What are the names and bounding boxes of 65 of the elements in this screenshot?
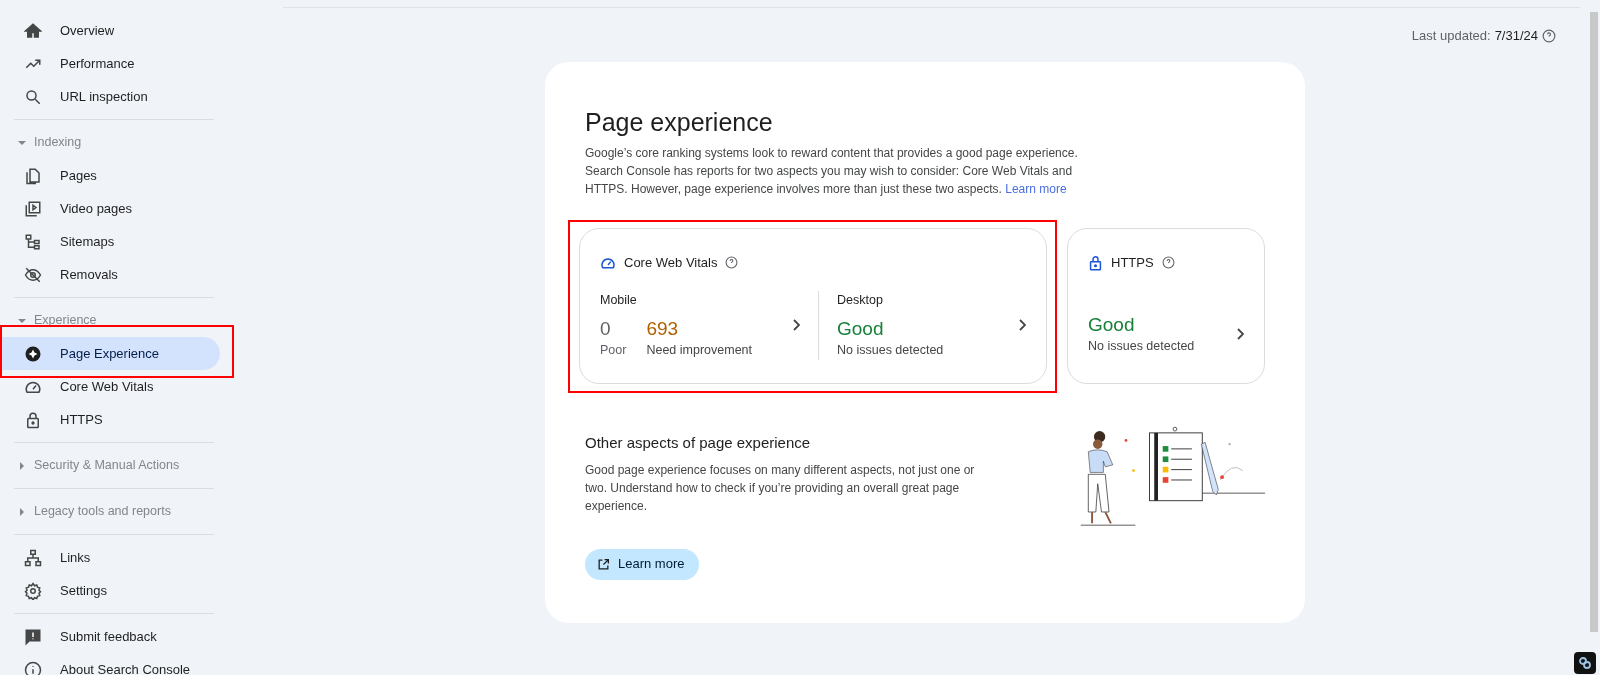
link-button[interactable] [1574, 652, 1596, 674]
page-title: Page experience [585, 107, 774, 138]
nav-item[interactable]: Core Web Vitals [0, 370, 220, 403]
desktop-detail: No issues detected [837, 342, 945, 360]
last-updated-date: 7/31/24 [1494, 27, 1538, 45]
nav-item[interactable]: About Search Console [0, 653, 246, 675]
need-improvement-count: 693 [646, 317, 680, 342]
learn-more-link[interactable]: Learn more [1005, 182, 1067, 196]
help-icon[interactable] [1542, 28, 1556, 43]
chevron-right-icon[interactable] [792, 319, 800, 332]
nav-item[interactable]: Settings [0, 574, 220, 607]
nav-item[interactable]: Sitemaps [0, 225, 220, 258]
page-description: Google’s core ranking systems look to reward content that provides a good page experience. Search Console has reports for two aspects you may wish to consider: Core Web Vitals and HTTPS. However, page experience involves more than just these two aspects. Learn more [585, 145, 1079, 198]
nav-item[interactable]: Overview [0, 14, 220, 47]
nav-item[interactable]: Submit feedback [0, 620, 246, 653]
nav-item[interactable]: HTTPS [0, 403, 220, 436]
nav-item[interactable]: URL inspection [0, 80, 220, 113]
need-improvement-label: Need improvement [646, 342, 752, 360]
help-icon[interactable] [725, 256, 739, 270]
caret-right-icon [18, 461, 26, 470]
sitemap-icon [24, 232, 42, 251]
caret-down-icon [18, 138, 26, 147]
section-title: Other aspects of page experience [585, 433, 812, 453]
nav-item[interactable]: Page Experience [0, 337, 220, 370]
network-icon [24, 548, 42, 567]
desktop-status: Good [837, 317, 885, 342]
nav-item[interactable]: Removals [0, 258, 220, 291]
mobile-label: Mobile [600, 291, 638, 309]
chevron-right-icon[interactable] [1236, 327, 1244, 340]
caret-down-icon [18, 316, 26, 325]
lock-icon [1088, 254, 1103, 271]
video-page-icon [24, 199, 42, 218]
search-icon [24, 87, 42, 106]
caret-right-icon [18, 507, 26, 516]
section-header[interactable]: Legacy tools and reports [14, 495, 214, 528]
poor-count: 0 [600, 317, 612, 342]
nav-item[interactable]: Pages [0, 159, 220, 192]
help-icon[interactable] [1161, 256, 1175, 270]
poor-label: Poor [600, 342, 627, 360]
section-header[interactable]: Security & Manual Actions [14, 449, 214, 482]
settings-icon [24, 581, 42, 600]
link-icon [1578, 656, 1592, 670]
card-title: Core Web Vitals [624, 254, 718, 272]
card-title: HTTPS [1111, 254, 1154, 272]
chevron-right-icon[interactable] [1018, 319, 1026, 332]
nav-item[interactable]: Video pages [0, 192, 220, 225]
eye-off-icon [24, 265, 42, 284]
last-updated-label: Last updated: [1411, 27, 1491, 45]
feedback-icon [24, 627, 42, 646]
nav-item[interactable]: Links [0, 541, 220, 574]
info-icon [24, 660, 42, 675]
lock-icon [24, 410, 42, 429]
nav-item[interactable]: Performance [0, 47, 220, 80]
plus-circle-icon [24, 344, 42, 363]
https-card[interactable]: HTTPS Good No issues detected [1067, 228, 1265, 384]
section-description: Good page experience focuses on many different aspects, not just one or two. Understand how to check if you’re providing an overall great page experience. [585, 461, 976, 515]
section-header[interactable]: Indexing [14, 126, 214, 159]
pages-icon [24, 166, 42, 185]
https-status: Good [1088, 312, 1136, 337]
core-web-vitals-card[interactable]: Core Web Vitals Mobile 0 Poor 693 Need improvement Desktop Good No issues detected [579, 228, 1047, 384]
open-in-new-icon [597, 557, 610, 571]
home-icon [24, 21, 42, 40]
desktop-label: Desktop [837, 291, 884, 309]
https-detail: No issues detected [1088, 337, 1196, 355]
learn-more-button[interactable]: Learn more [585, 548, 700, 580]
